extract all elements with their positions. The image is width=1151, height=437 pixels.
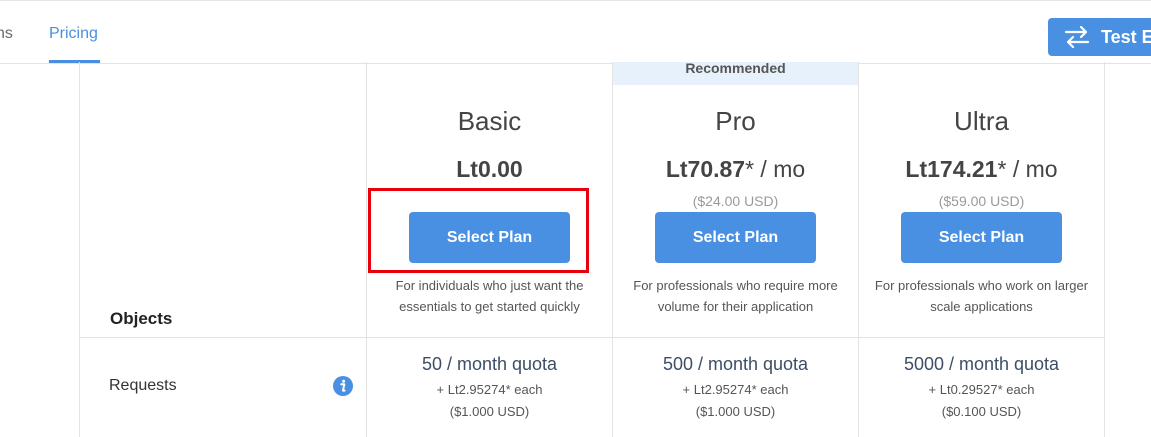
table-border-left (79, 62, 80, 437)
plan-price-value: Lt70.87 (665, 156, 746, 182)
plan-description: For professionals who require more volum… (633, 278, 838, 314)
table-border-right (1104, 62, 1105, 437)
select-plan-ultra-button[interactable]: Select Plan (901, 212, 1062, 263)
request-quota: 500 / month quota (662, 354, 809, 374)
tab-previous[interactable]: ns (0, 25, 13, 43)
plan-price-value: Lt174.21 (905, 156, 998, 182)
plan-description: For professionals who work on larger sca… (874, 278, 1089, 314)
test-endpoint-button[interactable]: Test E (1048, 18, 1151, 56)
request-overage-price: + Lt2.95274* each (436, 382, 543, 397)
plan-price: Lt0.00 (367, 156, 612, 183)
plan-description: For individuals who just want the essent… (395, 278, 584, 314)
select-plan-pro-button[interactable]: Select Plan (655, 212, 816, 263)
plan-name: Pro (715, 106, 756, 136)
plan-name: Basic (457, 106, 522, 136)
plan-column-pro: Pro Lt70.87* / mo ($24.00 USD) Select Pl… (613, 62, 858, 337)
info-icon[interactable] (333, 376, 353, 396)
requests-cell-ultra: 5000 / month quota + Lt0.29527* each ($0… (859, 338, 1104, 437)
plan-price-usd: ($24.00 USD) (692, 193, 779, 209)
highlight-box (368, 188, 589, 273)
request-quota: 5000 / month quota (903, 354, 1060, 374)
requests-cell-basic: 50 / month quota + Lt2.95274* each ($1.0… (367, 338, 612, 437)
active-tab-indicator (49, 60, 100, 63)
requests-label: Requests (109, 377, 177, 394)
request-overage-usd: ($0.100 USD) (941, 404, 1022, 419)
objects-label: Objects (110, 309, 173, 328)
plan-price: Lt70.87* / mo (613, 156, 858, 183)
top-nav-bar: ns Pricing Test E (0, 0, 1151, 64)
request-quota: 50 / month quota (421, 354, 558, 374)
request-overage-usd: ($1.000 USD) (695, 404, 776, 419)
plan-price-suffix: * / mo (997, 156, 1058, 182)
tab-pricing[interactable]: Pricing (49, 25, 98, 43)
plan-name: Ultra (954, 106, 1009, 136)
test-button-label: Test E (1101, 27, 1151, 47)
request-overage-price: + Lt0.29527* each (928, 382, 1035, 397)
request-overage-usd: ($1.000 USD) (449, 404, 530, 419)
plan-price-usd: ($59.00 USD) (938, 193, 1025, 209)
swap-arrows-icon (1064, 26, 1090, 48)
requests-cell-pro: 500 / month quota + Lt2.95274* each ($1.… (613, 338, 858, 437)
request-overage-price: + Lt2.95274* each (682, 382, 789, 397)
plan-price-suffix: * / mo (745, 156, 806, 182)
plan-price-value: Lt0.00 (456, 156, 523, 182)
plan-column-ultra: Ultra Lt174.21* / mo ($59.00 USD) Select… (859, 62, 1104, 337)
plan-price: Lt174.21* / mo (859, 156, 1104, 183)
